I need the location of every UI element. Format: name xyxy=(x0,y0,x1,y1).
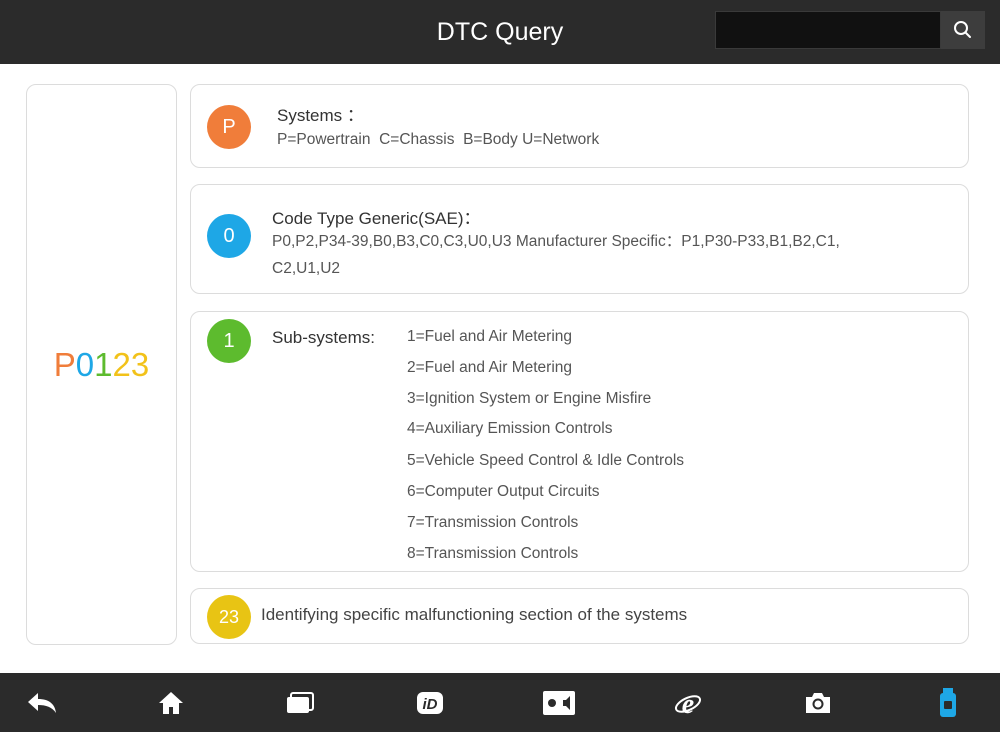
browser-button[interactable]: e xyxy=(670,685,706,721)
code-type-description: P0,P2,P34-39,B0,B3,C0,C3,U0,U3 Manufactu… xyxy=(272,233,840,277)
sub-system-item: 2=Fuel and Air Metering xyxy=(407,359,572,376)
dtc-code-char: 1 xyxy=(94,345,113,383)
recent-apps-button[interactable] xyxy=(282,685,318,721)
specific-section-card: 23 Identifying specific malfunctioning s… xyxy=(190,588,969,644)
recent-apps-icon xyxy=(287,692,314,713)
sub-systems-badge: 1 xyxy=(207,319,251,363)
systems-badge: P xyxy=(207,105,251,149)
code-type-badge: 0 xyxy=(207,214,251,258)
systems-description: P=Powertrain C=Chassis B=Body U=Network xyxy=(277,131,600,148)
home-icon xyxy=(159,692,183,714)
sub-systems-title: Sub-systems: xyxy=(272,328,375,347)
search-button[interactable] xyxy=(941,11,985,49)
dtc-code-char: 0 xyxy=(75,345,95,383)
back-button[interactable] xyxy=(24,685,60,721)
display-settings-icon xyxy=(543,691,575,715)
specific-section-badge: 23 xyxy=(207,595,251,639)
vci-status-button[interactable] xyxy=(930,685,966,721)
camera-button[interactable] xyxy=(800,685,836,721)
dtc-code-char: 2 xyxy=(112,345,131,383)
search-input[interactable] xyxy=(715,11,941,49)
browser-icon: e xyxy=(674,689,702,718)
systems-card: P Systems ： P=Powertrain C=Chassis B=Bod… xyxy=(190,84,969,168)
specific-section-description: Identifying specific malfunctioning sect… xyxy=(261,605,688,624)
sub-systems-card: 1 Sub-systems: 1=Fuel and Air Metering 2… xyxy=(190,311,969,572)
display-settings-button[interactable] xyxy=(541,685,577,721)
sub-system-item: 3=Ignition System or Engine Misfire xyxy=(407,390,652,407)
sub-system-item: 6=Computer Output Circuits xyxy=(407,483,600,500)
home-button[interactable] xyxy=(153,685,189,721)
dtc-code-card: P0123 xyxy=(26,84,177,645)
dtc-code-char: 3 xyxy=(130,345,150,383)
dtc-code-char: P xyxy=(53,345,76,383)
sub-system-item: 5=Vehicle Speed Control & Idle Controls xyxy=(407,452,685,469)
svg-text:e: e xyxy=(682,689,694,718)
sub-system-item: 8=Transmission Controls xyxy=(407,545,579,562)
bottom-nav-bar: iD e xyxy=(0,673,1000,732)
code-type-title: Code Type Generic(SAE)： xyxy=(272,209,481,228)
vci-status-icon xyxy=(940,688,956,717)
camera-icon xyxy=(806,693,830,713)
code-type-card: 0 Code Type Generic(SAE)： P0,P2,P34-39,B… xyxy=(190,184,969,294)
svg-text:iD: iD xyxy=(423,696,438,713)
vci-app-icon: iD xyxy=(417,692,443,714)
sub-system-item: 4=Auxiliary Emission Controls xyxy=(407,420,613,437)
top-bar: DTC Query xyxy=(0,0,1000,64)
dtc-code: P0123 xyxy=(54,346,149,384)
systems-title: Systems ： xyxy=(277,106,364,125)
vci-app-button[interactable]: iD xyxy=(412,685,448,721)
back-icon xyxy=(28,693,56,713)
sub-system-item: 1=Fuel and Air Metering xyxy=(407,328,572,345)
sub-system-item: 7=Transmission Controls xyxy=(407,514,579,531)
search-icon xyxy=(954,21,971,38)
